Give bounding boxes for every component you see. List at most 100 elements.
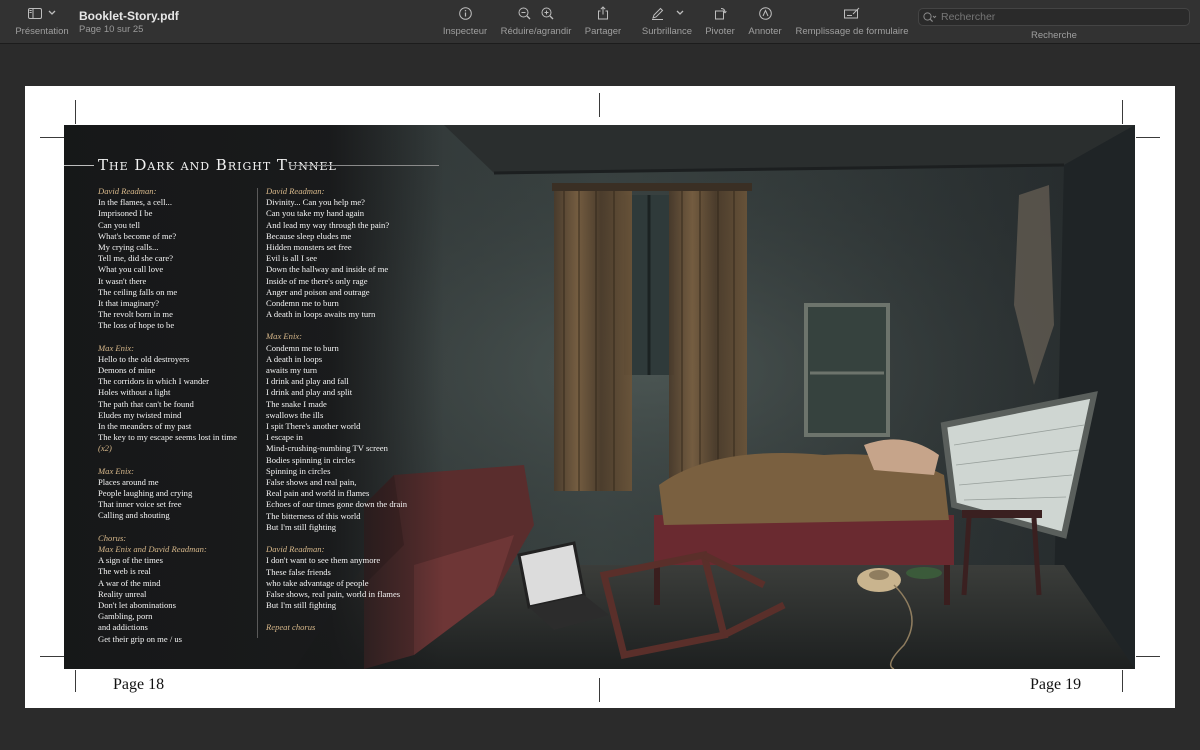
annotate-icon [758,6,772,20]
lyrics-panel: The Dark and Bright Tunnel David Readman… [64,125,444,669]
search-input[interactable]: Rechercher [918,8,1190,26]
lyric-line: The revolt born in me [98,309,173,320]
lyric-line: I drink and play and fall [266,376,349,387]
lyric-line: Can you tell [98,219,141,230]
toolbar: Présentation Booklet-Story.pdf Page 10 s… [0,0,1200,44]
lyric-line: But I'm still fighting [266,521,337,532]
page-number-left: Page 18 [113,676,165,693]
lyric-line: Can you take my hand again [266,208,365,219]
lyric-line: My crying calls... [98,242,159,253]
search-placeholder: Rechercher [941,11,996,23]
lyric-line: Mind-crushing-numbing TV screen [266,443,388,454]
crop-mark [40,137,64,138]
share-button[interactable]: Partager [582,0,624,44]
booklet-spread: The Dark and Bright Tunnel David Readman… [64,125,1135,669]
lyric-line: False shows and real pain, [266,477,357,488]
lyric-line: The path that can't be found [98,398,194,409]
share-label: Partager [584,26,622,37]
search-icon [923,11,937,22]
zoom-in-icon [541,7,554,19]
lyric-line: who take advantage of people [266,577,369,588]
crop-mark [1136,137,1160,138]
speaker-label: David Readman: [266,544,325,555]
speaker-label: Repeat chorus [266,622,316,633]
lyric-line: Gambling, porn [98,611,153,622]
share-icon [598,6,608,20]
lyric-line: I drink and play and split [266,387,353,398]
document-page-indicator: Page 10 sur 25 [79,24,144,35]
lyric-line: Real pain and world in flames [266,488,370,499]
lyric-line: The ceiling falls on me [98,286,178,297]
annotate-button[interactable]: Annoter [745,0,785,44]
lyric-line: Get their grip on me / us [98,633,183,644]
lyric-block: David Readman: I don't want to see them a… [266,544,407,611]
lyric-line: Places around me [98,476,159,487]
speaker-label: Chorus: [98,532,127,543]
zoom-button[interactable]: Réduire/agrandir [497,0,575,44]
lyric-line: Hello to the old destroyers [98,353,190,364]
speaker-label: Max Enix: [98,342,135,353]
lyric-line: A sign of the times [98,555,163,566]
form-fill-button[interactable]: Remplissage de formulaire [792,0,912,44]
zoom-label: Réduire/agrandir [500,26,572,37]
lyric-line: I don't want to see them anymore [266,555,381,566]
crop-mark [599,678,600,702]
crop-mark [1122,100,1123,124]
view-label: Présentation [15,26,69,37]
lyric-line: And lead my way through the pain? [266,219,390,230]
lyric-line: The bitterness of this world [266,510,361,521]
lyric-line: and addictions [98,622,148,633]
rotate-icon [714,7,727,19]
zoom-out-icon [518,7,531,19]
lyric-line: It that imaginary? [98,298,160,309]
lyric-line: Because sleep eludes me [266,230,352,241]
lyric-line: Down the hallway and inside of me [266,264,389,275]
lyric-line: Holes without a light [98,387,171,398]
inspector-button[interactable]: Inspecteur [440,0,490,44]
highlight-button[interactable]: Surbrillance [638,0,696,44]
lyric-line: The key to my escape seems lost in time [98,432,237,443]
view-button[interactable]: Présentation [10,0,74,44]
lyric-line: False shows, real pain, world in flames [266,588,401,599]
lyric-line: Don't let abominations [98,599,176,610]
highlighter-icon [651,7,663,20]
highlight-label: Surbrillance [641,26,693,37]
crop-mark [40,656,64,657]
lyric-line: Demons of mine [98,365,156,376]
lyric-block: Max Enix: Hello to the old destroyers Demo… [98,343,237,455]
lyric-line: Evil is all I see [266,253,318,264]
lyrics-column-left: David Readman: In the flames, a cell... Im… [98,186,237,656]
speaker-label: David Readman: [98,186,157,196]
lyric-line: In the flames, a cell... [98,197,172,208]
lyric-block: Max Enix: Places around me People laughing… [98,466,237,522]
form-fill-label: Remplissage de formulaire [795,26,909,37]
lyric-line: Condemn me to burn [266,298,339,309]
lyric-line: A death in loops [266,353,323,364]
crop-mark [75,100,76,124]
lyric-line: Anger and poison and outrage [266,286,370,297]
lyric-block: Max Enix: Condemn me to burn A death in lo… [266,331,407,533]
annotate-label: Annoter [748,26,782,37]
lyric-line: Divinity... Can you help me? [266,197,365,208]
lyric-line: Spinning in circles [266,465,331,476]
lyric-line: Condemn me to burn [266,342,339,353]
crop-mark [75,670,76,692]
lyric-line: The web is real [98,566,151,577]
lyric-line: But I'm still fighting [266,600,337,611]
lyric-line: Echoes of our times gone down the drain [266,499,408,510]
lyric-line: I escape in [266,432,303,443]
sidebar-icon [28,7,42,19]
crop-mark [599,93,600,117]
info-icon [458,6,472,20]
speaker-label: Max Enix and David Readman: [98,543,207,554]
speaker-label: Max Enix: [266,331,303,342]
lyric-line: These false friends [266,566,331,577]
lyric-line: In the meanders of my past [98,421,192,432]
lyric-line: Imprisoned I be [98,208,153,219]
rotate-button[interactable]: Pivoter [702,0,738,44]
lyric-line: A death in loops awaits my turn [266,309,376,320]
lyric-block: David Readman: Divinity... Can you help m… [266,186,407,320]
lyric-line: Bodies spinning in circles [266,454,356,465]
lyric-block: David Readman: In the flames, a cell... Im… [98,186,237,332]
lyric-line: awaits my turn [266,365,318,376]
